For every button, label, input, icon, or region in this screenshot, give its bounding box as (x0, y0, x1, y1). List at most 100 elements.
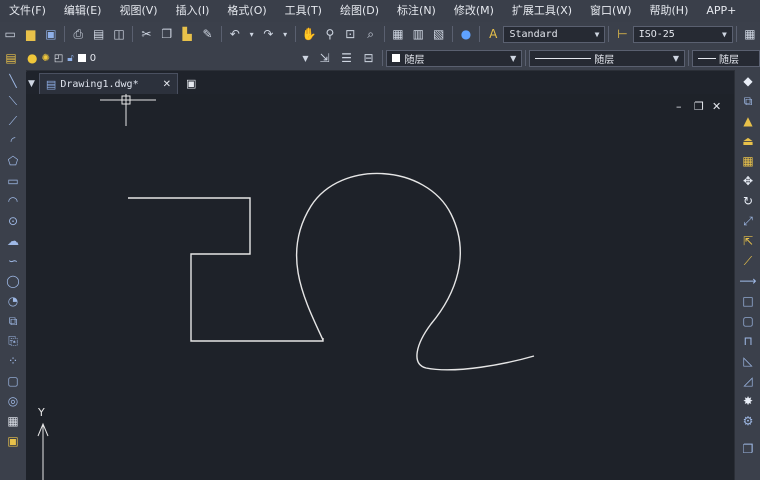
redo-icon[interactable]: ↷ (261, 26, 275, 42)
lineweight-select[interactable]: 随层 (692, 49, 760, 67)
text-style-value: Standard (509, 28, 558, 40)
menu-help[interactable]: 帮助(H) (641, 0, 698, 22)
join-icon[interactable]: ⊓ (739, 332, 757, 350)
paste-icon[interactable]: ▙ (180, 26, 194, 42)
mirror-icon[interactable]: ▲ (739, 112, 757, 130)
chamfer-icon[interactable]: ◺ (739, 352, 757, 370)
make-block-icon[interactable]: ⎘ (4, 332, 22, 350)
cut-icon[interactable]: ✂ (139, 26, 153, 42)
layer-manager-icon[interactable]: ▤ (3, 50, 19, 66)
line-icon[interactable]: ╲ (4, 72, 22, 90)
dim-style-select[interactable]: ISO-25 ▼ (632, 25, 733, 43)
print-preview-icon[interactable]: ▤ (91, 26, 105, 42)
menu-insert[interactable]: 插入(I) (167, 0, 219, 22)
zoom-window-icon[interactable]: ⊡ (343, 26, 357, 42)
menu-extensions[interactable]: 扩展工具(X) (503, 0, 581, 22)
polygon-icon[interactable]: ⬠ (4, 152, 22, 170)
break-at-point-icon[interactable]: □ (739, 292, 757, 310)
design-center-icon[interactable]: ▥ (411, 26, 425, 42)
menu-window[interactable]: 窗口(W) (581, 0, 640, 22)
layer-select[interactable]: ● ✺ ◰ 🔓︎ 0 ▼ (22, 50, 314, 67)
close-tab-icon[interactable]: ✕ (163, 79, 171, 90)
revision-cloud-icon[interactable]: ☁ (4, 232, 22, 250)
ellipse-arc-icon[interactable]: ◔ (4, 292, 22, 310)
help-icon[interactable]: ● (459, 26, 473, 42)
copy-object-icon[interactable]: ⧉ (739, 92, 757, 110)
menu-file[interactable]: 文件(F) (0, 0, 55, 22)
menu-tools[interactable]: 工具(T) (276, 0, 331, 22)
zoom-previous-icon[interactable]: ⌕ (363, 26, 377, 42)
rectangle-icon[interactable]: ▭ (4, 172, 22, 190)
table-style-icon[interactable]: ▦ (743, 26, 757, 42)
multiline-text-icon[interactable]: ▣ (4, 432, 22, 450)
linetype-value-wrap: 随层 (535, 51, 614, 66)
layer-states-icon[interactable]: ⊟ (360, 50, 376, 66)
array-icon[interactable]: ▦ (739, 152, 757, 170)
text-style-select[interactable]: Standard ▼ (503, 25, 606, 43)
fillet-icon[interactable]: ◿ (739, 372, 757, 390)
arc-3point-icon[interactable]: ◠ (4, 192, 22, 210)
drawing-canvas[interactable]: Y – ❐ ✕ (26, 94, 734, 480)
spline-curve[interactable] (295, 172, 535, 371)
explode-icon[interactable]: ✸ (739, 392, 757, 410)
break-icon[interactable]: ▢ (739, 312, 757, 330)
menu-dimension[interactable]: 标注(N) (388, 0, 445, 22)
layer-copy-icon[interactable]: ❐ (739, 440, 757, 458)
point-icon[interactable]: ⁘ (4, 352, 22, 370)
extend-icon[interactable]: ⟶ (739, 272, 757, 290)
spline-icon[interactable]: ∽ (4, 252, 22, 270)
color-select[interactable]: 随层 ▼ (386, 49, 523, 67)
move-icon[interactable]: ✥ (739, 172, 757, 190)
color-swatch (392, 54, 401, 62)
menu-modify[interactable]: 修改(M) (445, 0, 503, 22)
construction-line-icon[interactable]: ⟍ (4, 92, 22, 110)
menu-draw[interactable]: 绘图(D) (331, 0, 388, 22)
redo-dropdown-icon[interactable]: ▾ (282, 26, 289, 42)
rotate-icon[interactable]: ↻ (739, 192, 757, 210)
linetype-select[interactable]: 随层 ▼ (529, 49, 686, 67)
edit-properties-icon[interactable]: ⚙ (739, 412, 757, 430)
stretch-icon[interactable]: ⇱ (739, 232, 757, 250)
ellipse-icon[interactable]: ◯ (4, 272, 22, 290)
properties-icon[interactable]: ▦ (391, 26, 405, 42)
linetype-value: 随层 (594, 54, 615, 66)
scale-icon[interactable]: ⤢ (739, 212, 757, 230)
minimize-icon[interactable]: – (676, 100, 682, 113)
insert-block-icon[interactable]: ⧉ (4, 312, 22, 330)
new-file-icon[interactable]: ▭ (3, 26, 17, 42)
copy-icon[interactable]: ❐ (160, 26, 174, 42)
arc-icon[interactable]: ◜ (4, 132, 22, 150)
undo-dropdown-icon[interactable]: ▾ (248, 26, 255, 42)
step-polyline[interactable] (128, 197, 324, 342)
menu-edit[interactable]: 编辑(E) (55, 0, 111, 22)
tab-list-dropdown-icon[interactable]: ▼ (28, 79, 35, 89)
undo-icon[interactable]: ↶ (228, 26, 242, 42)
match-properties-icon[interactable]: ✎ (200, 26, 214, 42)
save-icon[interactable]: ▣ (44, 26, 58, 42)
menu-view[interactable]: 视图(V) (110, 0, 166, 22)
new-tab-icon[interactable]: ▣ (186, 77, 196, 90)
restore-icon[interactable]: ❐ (694, 100, 704, 113)
zoom-realtime-icon[interactable]: ⚲ (323, 26, 337, 42)
polyline-icon[interactable]: ⟋ (4, 112, 22, 130)
tab-drawing1[interactable]: ▤ Drawing1.dwg* ✕ (38, 73, 178, 94)
layer-previous-icon[interactable]: ☰ (339, 50, 355, 66)
offset-icon[interactable]: ⏏ (739, 132, 757, 150)
print-icon[interactable]: ⎙ (71, 26, 85, 42)
menu-app[interactable]: APP+ (697, 0, 745, 22)
make-current-layer-icon[interactable]: ⇲ (317, 50, 333, 66)
trim-icon[interactable]: ⟋ (739, 252, 757, 270)
region-icon[interactable]: ◎ (4, 392, 22, 410)
close-icon[interactable]: ✕ (712, 100, 721, 113)
erase-icon[interactable]: ◆ (739, 72, 757, 90)
publish-icon[interactable]: ◫ (112, 26, 126, 42)
separator (525, 50, 527, 66)
circle-icon[interactable]: ⊙ (4, 212, 22, 230)
drawing-svg[interactable]: Y (26, 94, 734, 480)
open-folder-icon[interactable]: ▆ (23, 26, 37, 42)
pan-hand-icon[interactable]: ✋ (302, 26, 317, 42)
hatch-icon[interactable]: ▢ (4, 372, 22, 390)
table-icon[interactable]: ▦ (4, 412, 22, 430)
menu-format[interactable]: 格式(O) (218, 0, 275, 22)
tool-palette-icon[interactable]: ▧ (432, 26, 446, 42)
